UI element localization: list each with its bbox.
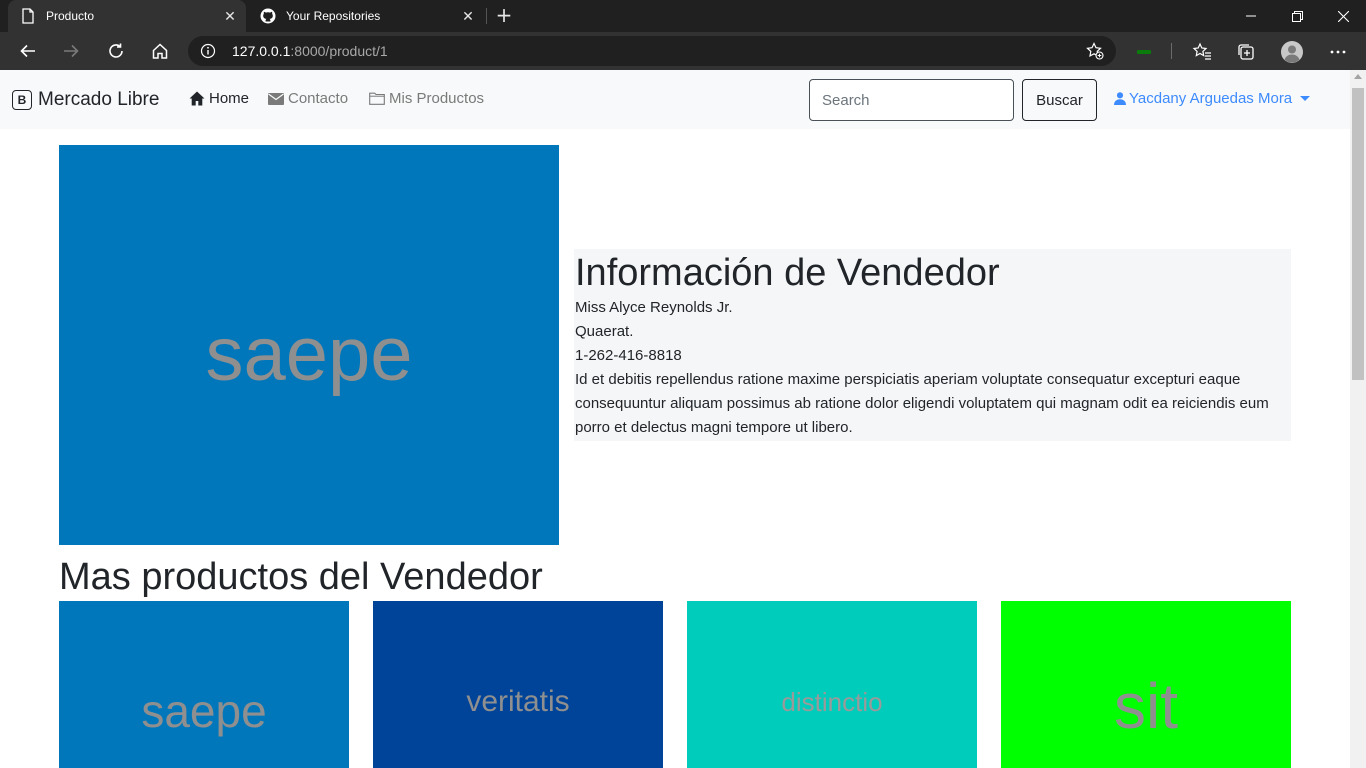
product-card-text: sit [1114, 670, 1178, 742]
user-dropdown[interactable]: Yacdany Arguedas Mora [1114, 90, 1311, 107]
user-name: Yacdany Arguedas Mora [1129, 90, 1293, 107]
seller-heading: Información de Vendedor [575, 252, 1000, 294]
tab-title: Your Repositories [286, 9, 381, 23]
page-scrollbar[interactable] [1350, 70, 1366, 768]
search-input[interactable] [809, 79, 1014, 121]
close-icon[interactable]: ✕ [222, 8, 238, 24]
folder-icon [369, 92, 385, 105]
tab-producto[interactable]: Producto ✕ [8, 0, 246, 32]
home-icon[interactable] [145, 36, 175, 66]
seller-info: Información de Vendedor Miss Alyce Reyno… [574, 249, 1291, 441]
product-card[interactable]: veritatis [373, 601, 663, 768]
seller-line2: Quaerat. [575, 323, 634, 340]
nav-mis-productos-label: Mis Productos [389, 90, 485, 107]
github-icon [260, 8, 276, 24]
nav-home[interactable]: Home [189, 90, 249, 107]
close-icon[interactable]: ✕ [460, 8, 476, 24]
address-bar[interactable]: 127.0.0.1:8000/product/1 [188, 36, 1116, 66]
home-icon [189, 91, 205, 106]
nav-contacto[interactable]: Contacto [268, 90, 348, 107]
url-text: 127.0.0.1:8000/product/1 [232, 43, 388, 59]
add-favorite-icon[interactable] [1086, 42, 1104, 60]
new-tab-icon[interactable]: + [494, 5, 514, 26]
refresh-icon[interactable] [101, 36, 131, 66]
seller-phone: 1-262-416-8818 [575, 347, 682, 364]
more-menu-icon[interactable] [1327, 41, 1349, 63]
profile-icon[interactable] [1281, 41, 1303, 63]
product-image: saepe [59, 145, 559, 545]
chevron-down-icon [1300, 96, 1311, 101]
info-icon[interactable] [200, 43, 216, 59]
extension-icon[interactable] [1133, 41, 1155, 63]
envelope-icon [268, 92, 284, 105]
page-icon [20, 8, 36, 24]
bootstrap-logo-icon: B [12, 90, 32, 110]
back-icon[interactable] [13, 36, 43, 66]
close-window-icon[interactable] [1320, 0, 1366, 32]
product-card-text: distinctio [781, 686, 883, 717]
nav-home-label: Home [209, 90, 250, 107]
product-card-text: saepe [141, 685, 267, 737]
site-navbar: B Mercado Libre Home Contacto Mis Produc… [0, 70, 1350, 129]
tab-title: Producto [46, 9, 95, 23]
scroll-up-icon[interactable] [1354, 74, 1362, 79]
tab-bar: Producto ✕ Your Repositories ✕ + [0, 0, 1366, 32]
seller-description: Id et debitis repellendus ratione maxime… [575, 371, 1269, 436]
restore-icon[interactable] [1274, 0, 1320, 32]
seller-name: Miss Alyce Reynolds Jr. [575, 299, 733, 316]
brand[interactable]: B Mercado Libre [12, 89, 159, 111]
minimize-icon[interactable] [1228, 0, 1274, 32]
user-icon [1114, 92, 1126, 105]
nav-contacto-label: Contacto [288, 90, 349, 107]
product-card[interactable]: distinctio [687, 601, 977, 768]
tab-separator [486, 8, 487, 24]
favorites-icon[interactable] [1191, 41, 1213, 63]
tab-repositories[interactable]: Your Repositories ✕ [248, 0, 484, 32]
brand-label: Mercado Libre [38, 89, 160, 110]
product-image-text: saepe [205, 311, 413, 397]
toolbar-separator [1171, 43, 1172, 59]
more-products-heading: Mas productos del Vendedor [59, 556, 543, 598]
scroll-thumb[interactable] [1352, 88, 1364, 380]
page-content: B Mercado Libre Home Contacto Mis Produc… [0, 70, 1350, 768]
product-card-text: veritatis [466, 685, 570, 718]
forward-icon[interactable] [56, 36, 86, 66]
collections-icon[interactable] [1235, 41, 1257, 63]
search-button[interactable]: Buscar [1022, 79, 1097, 121]
nav-mis-productos[interactable]: Mis Productos [369, 90, 484, 107]
product-card[interactable]: sit [1001, 601, 1291, 768]
product-card[interactable]: saepe [59, 601, 349, 768]
